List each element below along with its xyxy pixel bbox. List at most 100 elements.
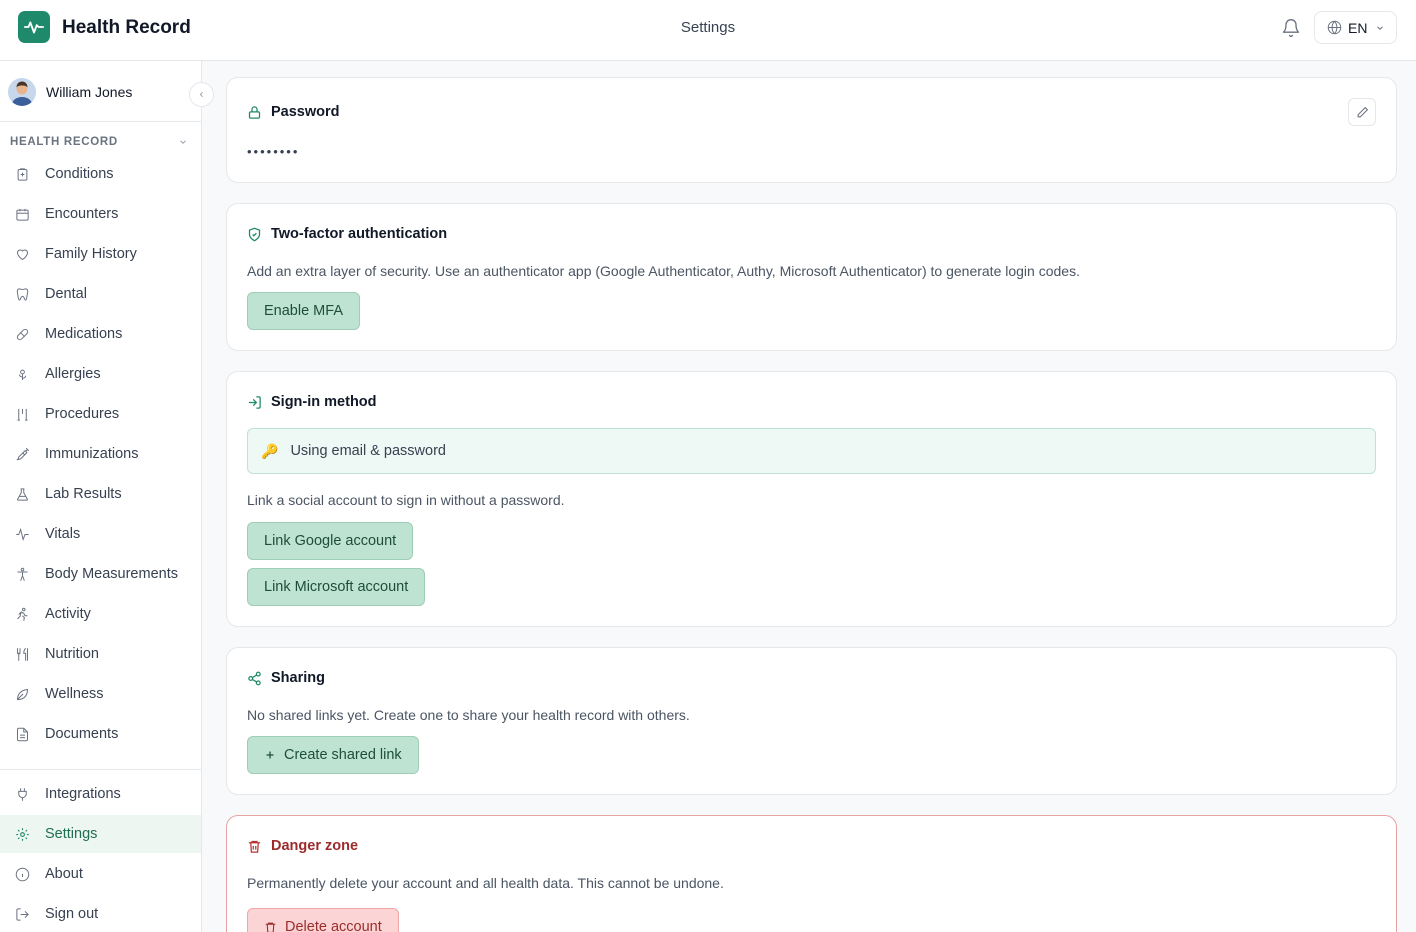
button-label: Enable MFA (264, 303, 343, 319)
language-label: EN (1348, 19, 1368, 36)
sidebar-item-label: Vitals (45, 526, 81, 542)
plug-icon (18, 787, 27, 801)
language-selector[interactable]: EN (1314, 11, 1397, 44)
sidebar-item-encounters[interactable]: Encounters (0, 195, 201, 233)
top-bar: Health Record Settings EN (0, 0, 1416, 61)
page-title: Settings (680, 19, 736, 36)
button-label: Link Microsoft account (264, 579, 409, 595)
sidebar-item-family-history[interactable]: Family History (0, 235, 201, 273)
password-card: Password •••••••• (226, 77, 1397, 183)
chevron-left-icon (199, 91, 203, 98)
sign-in-icon (248, 395, 261, 409)
sidebar-item-documents[interactable]: Documents (0, 715, 201, 753)
chevron-down-icon (180, 140, 186, 144)
card-header: Two-factor authentication (247, 226, 447, 242)
flask-icon (16, 487, 29, 501)
sidebar-item-immunizations[interactable]: Immunizations (0, 435, 201, 473)
sign-out-icon (16, 907, 29, 921)
tools-icon (17, 408, 28, 421)
sidebar: William Jones HEALTH RECORD Conditions E… (0, 61, 214, 932)
sidebar-item-label: Documents (45, 726, 119, 742)
link-google-button[interactable]: Link Google account (247, 522, 414, 560)
sidebar-item-lab-results[interactable]: Lab Results (0, 475, 201, 513)
sidebar-item-dental[interactable]: Dental (0, 275, 201, 313)
card-header: Danger zone (247, 838, 358, 854)
sidebar-item-label: Nutrition (45, 646, 99, 662)
user-name: William Jones (46, 84, 133, 100)
pencil-icon (1357, 106, 1368, 117)
info-icon (15, 867, 30, 881)
utensils-icon (17, 647, 28, 661)
password-value: •••••••• (247, 144, 300, 159)
calendar-icon (16, 208, 29, 221)
sidebar-item-procedures[interactable]: Procedures (0, 395, 201, 433)
mfa-title: Two-factor authentication (271, 226, 448, 242)
runner-icon (17, 607, 28, 621)
sidebar-item-label: Integrations (45, 786, 121, 802)
collapse-sidebar-button[interactable] (189, 82, 214, 107)
method-label: Using email & password (290, 443, 446, 459)
sidebar-item-label: Family History (45, 246, 137, 262)
shield-check-icon (248, 227, 261, 241)
delete-account-button[interactable]: Delete account (247, 908, 399, 932)
sign-in-title: Sign-in method (271, 394, 377, 410)
tooth-icon (16, 287, 29, 301)
trash-icon (248, 840, 261, 853)
enable-mfa-button[interactable]: Enable MFA (247, 292, 360, 330)
share-icon (248, 671, 261, 685)
chevron-down-icon (1377, 25, 1384, 30)
divider (0, 769, 201, 770)
sidebar-item-label: Sign out (45, 906, 99, 922)
danger-description: Permanently delete your account and all … (247, 875, 724, 891)
sidebar-item-label: Conditions (45, 166, 114, 182)
user-profile[interactable]: William Jones (8, 76, 132, 108)
sidebar-item-label: Wellness (45, 686, 104, 702)
create-shared-link-button[interactable]: Create shared link (247, 736, 419, 774)
link-description: Link a social account to sign in without… (247, 492, 565, 508)
danger-zone-card: Danger zone Permanently delete your acco… (226, 815, 1397, 932)
sidebar-item-about[interactable]: About (0, 855, 201, 893)
card-header: Sign-in method (247, 394, 377, 410)
divider (0, 121, 201, 122)
sidebar-item-conditions[interactable]: Conditions (0, 155, 201, 193)
edit-password-button[interactable] (1348, 98, 1376, 126)
plus-icon (266, 751, 274, 759)
section-label: HEALTH RECORD (10, 136, 118, 148)
flower-icon (18, 369, 27, 380)
section-header-health-record[interactable]: HEALTH RECORD (10, 136, 188, 148)
sidebar-item-label: About (45, 866, 83, 882)
sidebar-item-label: Dental (45, 286, 87, 302)
sidebar-item-label: Body Measurements (45, 566, 178, 582)
sidebar-item-sign-out[interactable]: Sign out (0, 895, 201, 932)
globe-icon (1327, 20, 1342, 35)
sidebar-item-nutrition[interactable]: Nutrition (0, 635, 201, 673)
sidebar-item-wellness[interactable]: Wellness (0, 675, 201, 713)
sidebar-item-label: Immunizations (45, 446, 139, 462)
heartbeat-logo-icon[interactable] (18, 11, 50, 43)
app-title[interactable]: Health Record (62, 17, 191, 39)
syringe-icon (16, 447, 30, 460)
card-header: Sharing (247, 670, 325, 686)
sidebar-item-integrations[interactable]: Integrations (0, 775, 201, 813)
sidebar-item-label: Settings (45, 826, 98, 842)
pill-icon (16, 328, 29, 340)
pulse-icon (16, 527, 29, 541)
link-microsoft-button[interactable]: Link Microsoft account (247, 568, 426, 606)
sidebar-item-label: Procedures (45, 406, 120, 422)
sidebar-item-vitals[interactable]: Vitals (0, 515, 201, 553)
sidebar-item-medications[interactable]: Medications (0, 315, 201, 353)
clipboard-icon (17, 167, 28, 181)
mfa-description: Add an extra layer of security. Use an a… (247, 263, 1080, 279)
sidebar-item-body-measurements[interactable]: Body Measurements (0, 555, 201, 593)
sidebar-item-label: Medications (45, 326, 123, 342)
card-header: Password (247, 104, 340, 120)
trash-icon (265, 922, 276, 932)
sidebar-item-activity[interactable]: Activity (0, 595, 201, 633)
danger-title: Danger zone (271, 838, 359, 854)
avatar (8, 78, 36, 106)
button-label: Create shared link (284, 747, 402, 763)
bell-icon[interactable] (1281, 18, 1301, 38)
sidebar-item-settings[interactable]: Settings (0, 815, 201, 853)
sign-in-method-card: Sign-in method 🔑 Using email & password … (226, 371, 1397, 627)
sidebar-item-allergies[interactable]: Allergies (0, 355, 201, 393)
